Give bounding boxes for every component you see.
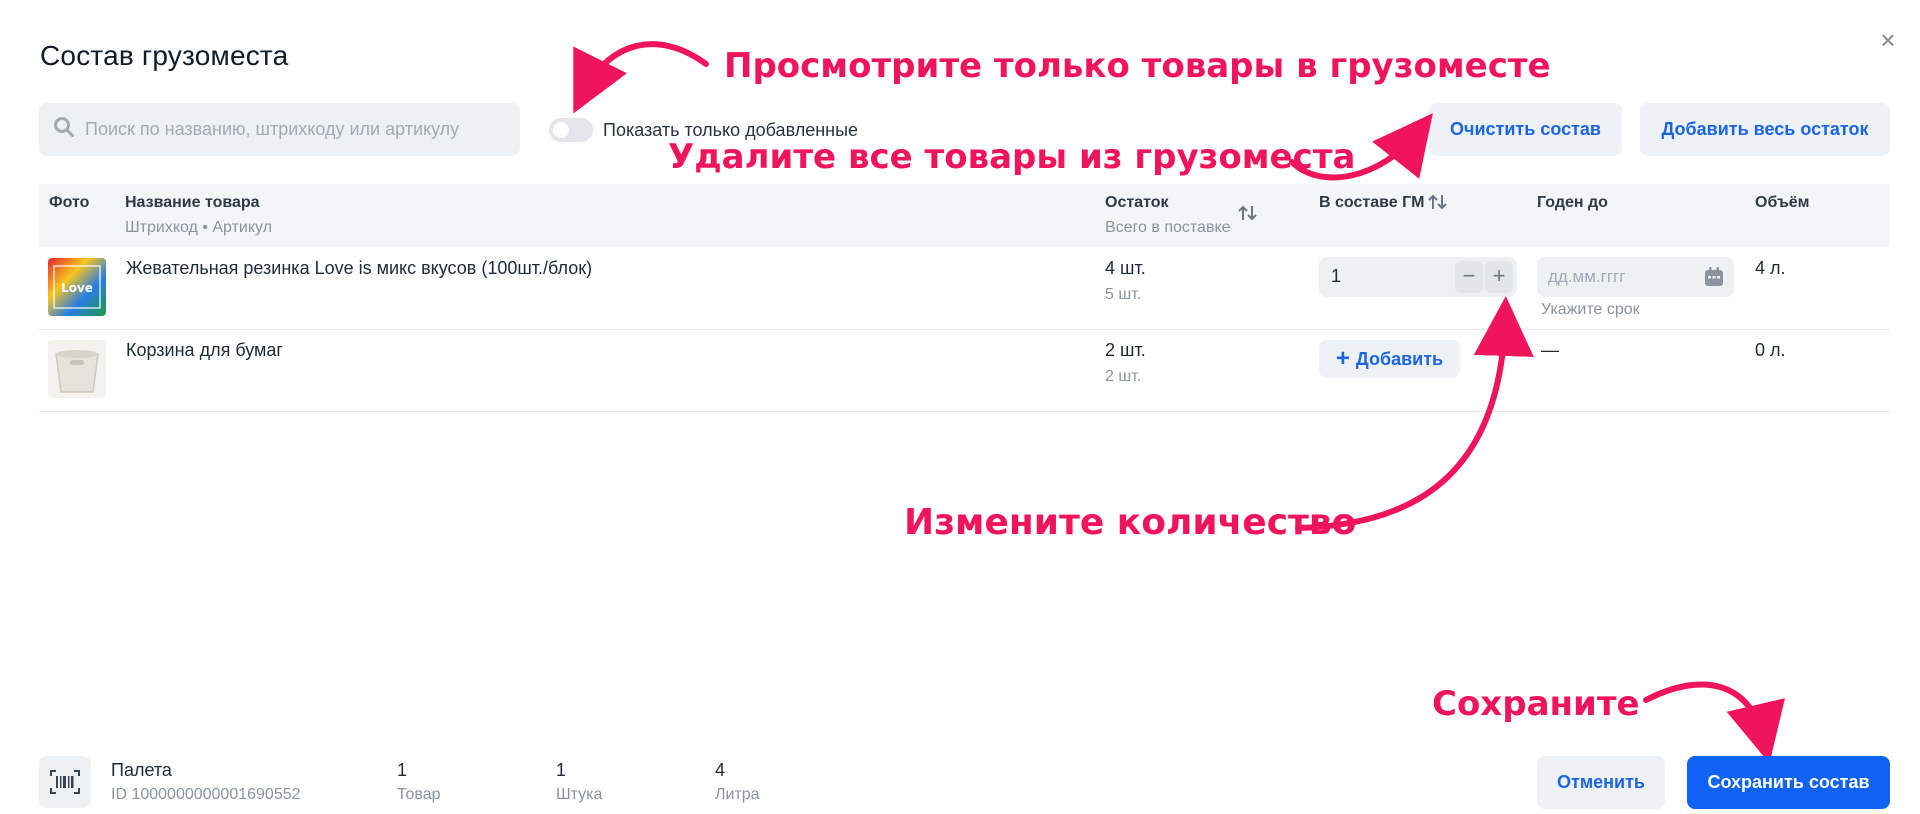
barcode-icon bbox=[39, 756, 91, 808]
stat-products-value: 1 bbox=[397, 760, 408, 780]
arrow-change-qty bbox=[1295, 296, 1534, 531]
arrow-save bbox=[1643, 681, 1786, 764]
annotation-view-only: Просмотрите только товары в грузоместе bbox=[724, 46, 1551, 86]
stat-pieces-value: 1 bbox=[556, 760, 567, 780]
cancel-button[interactable]: Отменить bbox=[1537, 756, 1665, 809]
cargo-type: Палета bbox=[111, 760, 172, 780]
stat-products-label: Товар bbox=[397, 786, 441, 803]
arrow-view-only bbox=[573, 41, 709, 114]
annotation-clear-all: Удалите все товары из грузоместа bbox=[668, 137, 1356, 177]
stat-liters-value: 4 bbox=[715, 760, 726, 780]
stat-pieces-label: Штука bbox=[556, 786, 603, 803]
stat-liters-label: Литра bbox=[715, 786, 760, 803]
annotation-save: Сохраните bbox=[1432, 684, 1640, 724]
annotation-change-qty: Измените количество bbox=[904, 502, 1357, 543]
cargo-id: ID 1000000000001690552 bbox=[111, 786, 301, 803]
save-composition-button[interactable]: Сохранить состав bbox=[1687, 756, 1890, 809]
